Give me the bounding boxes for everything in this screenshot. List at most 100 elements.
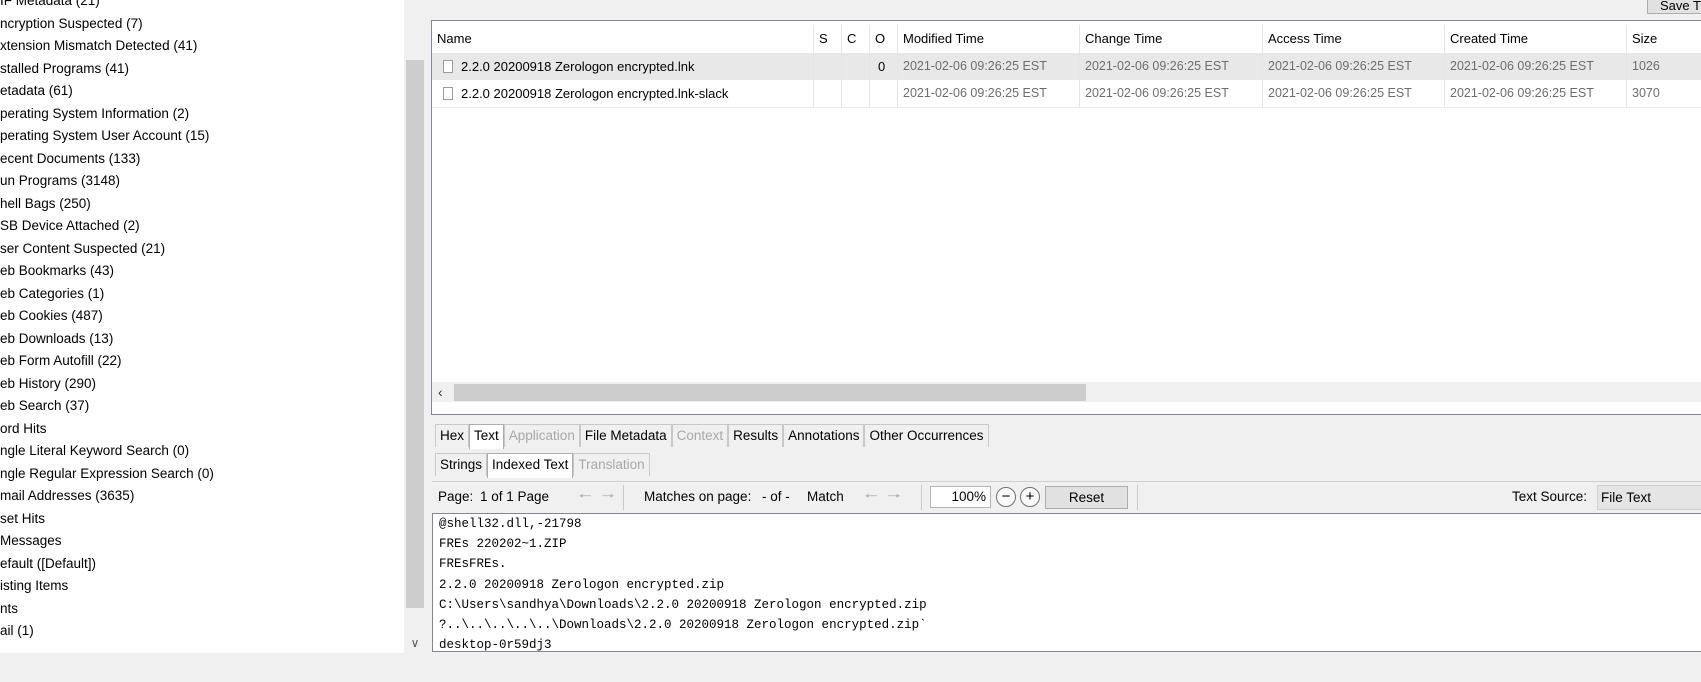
tree-item[interactable]: IF Metadata (21)	[0, 0, 400, 13]
tree-item[interactable]: eb Search (37)	[0, 395, 400, 418]
tree-item[interactable]: hell Bags (250)	[0, 193, 400, 216]
tree-item[interactable]: un Programs (3148)	[0, 170, 400, 193]
arrow-left-icon[interactable]: 🠐	[860, 487, 882, 507]
file-table: Name S C O Modified Time Change Time Acc…	[431, 20, 1701, 415]
tree-item[interactable]: stalled Programs (41)	[0, 58, 400, 81]
zoom-out-icon[interactable]: −	[996, 487, 1016, 507]
tab-context[interactable]: Context	[671, 424, 729, 447]
file-name: 2.2.0 20200918 Zerologon encrypted.lnk-s…	[461, 86, 729, 101]
tree-item[interactable]: ord Hits	[0, 418, 400, 441]
change-time-cell: 2021-02-06 09:26:25 EST	[1080, 80, 1263, 107]
matches-label: Matches on page:	[644, 489, 752, 504]
table-row[interactable]: 2.2.0 20200918 Zerologon encrypted.lnk 0…	[432, 53, 1701, 80]
c-cell	[842, 53, 870, 80]
size-cell: 3070	[1632, 86, 1660, 100]
o-cell: 0	[870, 53, 898, 80]
column-header-change-time[interactable]: Change Time	[1080, 25, 1263, 53]
tree-item[interactable]: eb Downloads (13)	[0, 328, 400, 351]
arrow-right-icon[interactable]: 🠒	[883, 487, 905, 507]
tab-text[interactable]: Text	[469, 424, 504, 449]
access-time-cell: 2021-02-06 09:26:25 EST	[1263, 80, 1445, 107]
content-viewer-tabs: Hex Text Application File Metadata Conte…	[435, 424, 989, 449]
separator	[1137, 485, 1138, 510]
text-line: @shell32.dll,-21798	[439, 517, 582, 531]
tab-hex[interactable]: Hex	[435, 424, 470, 447]
tree-item[interactable]: ngle Literal Keyword Search (0)	[0, 440, 400, 463]
created-time-cell: 2021-02-06 09:26:25 EST	[1445, 80, 1627, 107]
page-value: 1 of 1 Page	[480, 489, 550, 504]
text-content-area[interactable]: @shell32.dll,-21798 FREs 220202~1.ZIP FREs…	[432, 513, 1701, 652]
table-header: Name S C O Modified Time Change Time Acc…	[432, 25, 1701, 54]
text-source-select[interactable]: File Text	[1597, 485, 1701, 510]
text-viewer-tabs: Strings Indexed Text Translation	[435, 453, 650, 478]
tab-results[interactable]: Results	[728, 424, 784, 447]
tab-file-metadata[interactable]: File Metadata	[579, 424, 672, 447]
tree-item[interactable]: eb Bookmarks (43)	[0, 260, 400, 283]
save-table-button[interactable]: Save T	[1647, 0, 1701, 14]
table-toolbar: Save T	[431, 0, 1701, 20]
column-header-o[interactable]: O	[870, 25, 898, 53]
tree-item[interactable]: ncryption Suspected (7)	[0, 13, 400, 36]
column-header-s[interactable]: S	[814, 25, 842, 53]
column-header-size[interactable]: Size	[1627, 25, 1701, 53]
scrollbar-thumb[interactable]	[406, 60, 424, 608]
tree-item[interactable]: eb History (290)	[0, 373, 400, 396]
separator	[623, 485, 624, 510]
arrow-left-icon[interactable]: 🠐	[574, 487, 596, 507]
tree-item[interactable]: mail Addresses (3635)	[0, 485, 400, 508]
column-header-name[interactable]: Name	[432, 25, 814, 53]
file-icon	[443, 60, 453, 73]
s-cell	[814, 80, 842, 107]
tree-item[interactable]: xtension Mismatch Detected (41)	[0, 35, 400, 58]
c-cell	[842, 80, 870, 107]
tree-item[interactable]: eb Cookies (487)	[0, 305, 400, 328]
tree-item[interactable]: perating System User Account (15)	[0, 125, 400, 148]
tab-indexed-text[interactable]: Indexed Text	[487, 453, 574, 478]
tree-item[interactable]: eb Categories (1)	[0, 283, 400, 306]
tree-item[interactable]: efault ([Default])	[0, 553, 400, 576]
tree-item[interactable]: Messages	[0, 530, 400, 553]
tree-item[interactable]: ngle Regular Expression Search (0)	[0, 463, 400, 486]
name-cell: 2.2.0 20200918 Zerologon encrypted.lnk-s…	[432, 80, 814, 107]
tab-application[interactable]: Application	[503, 424, 580, 447]
tree-vertical-scrollbar[interactable]: ∨	[404, 0, 426, 653]
text-viewer-toolbar: Page: 1 of 1 Page 🠐 🠒 Matches on page: -…	[432, 481, 1701, 513]
modified-time-cell: 2021-02-06 09:26:25 EST	[898, 53, 1080, 80]
arrow-right-icon[interactable]: 🠒	[597, 487, 619, 507]
scrollbar-thumb[interactable]	[454, 384, 1086, 401]
tree-item[interactable]: etadata (61)	[0, 80, 400, 103]
s-cell	[814, 53, 842, 80]
tree-item[interactable]: isting Items	[0, 575, 400, 598]
tree-item[interactable]: perating System Information (2)	[0, 103, 400, 126]
zoom-in-icon[interactable]: +	[1020, 487, 1040, 507]
tree-item[interactable]: set Hits	[0, 508, 400, 531]
chevron-left-icon[interactable]: ‹	[438, 382, 443, 402]
tab-annotations[interactable]: Annotations	[783, 424, 865, 447]
created-time-cell: 2021-02-06 09:26:25 EST	[1445, 53, 1627, 80]
tree-item[interactable]: nts	[0, 598, 400, 621]
tab-translation[interactable]: Translation	[573, 453, 650, 476]
column-header-access-time[interactable]: Access Time	[1263, 25, 1445, 53]
file-name: 2.2.0 20200918 Zerologon encrypted.lnk	[461, 59, 695, 74]
results-tree: IF Metadata (21) ncryption Suspected (7) x…	[0, 0, 404, 653]
tree-item[interactable]: ecent Documents (133)	[0, 148, 400, 171]
tree-item[interactable]: eb Form Autofill (22)	[0, 350, 400, 373]
chevron-down-icon[interactable]: ∨	[404, 633, 426, 653]
column-header-created-time[interactable]: Created Time	[1445, 25, 1627, 53]
tab-other-occurrences[interactable]: Other Occurrences	[864, 424, 989, 447]
table-horizontal-scrollbar[interactable]: ‹	[432, 382, 1701, 402]
reset-button[interactable]: Reset	[1045, 486, 1128, 509]
page-label: Page:	[438, 489, 474, 504]
name-cell: 2.2.0 20200918 Zerologon encrypted.lnk	[432, 53, 814, 80]
tree-item[interactable]: ail (1)	[0, 620, 400, 643]
zoom-level[interactable]: 100%	[930, 486, 991, 508]
text-line: FREs 220202~1.ZIP	[439, 537, 567, 552]
tree-items: IF Metadata (21) ncryption Suspected (7) x…	[0, 0, 400, 643]
column-header-modified-time[interactable]: Modified Time	[898, 25, 1080, 53]
column-header-c[interactable]: C	[842, 25, 870, 53]
tree-item[interactable]: ser Content Suspected (21)	[0, 238, 400, 261]
table-row[interactable]: 2.2.0 20200918 Zerologon encrypted.lnk-s…	[432, 80, 1701, 108]
o-cell	[870, 80, 898, 107]
tab-strings[interactable]: Strings	[435, 453, 488, 476]
tree-item[interactable]: SB Device Attached (2)	[0, 215, 400, 238]
